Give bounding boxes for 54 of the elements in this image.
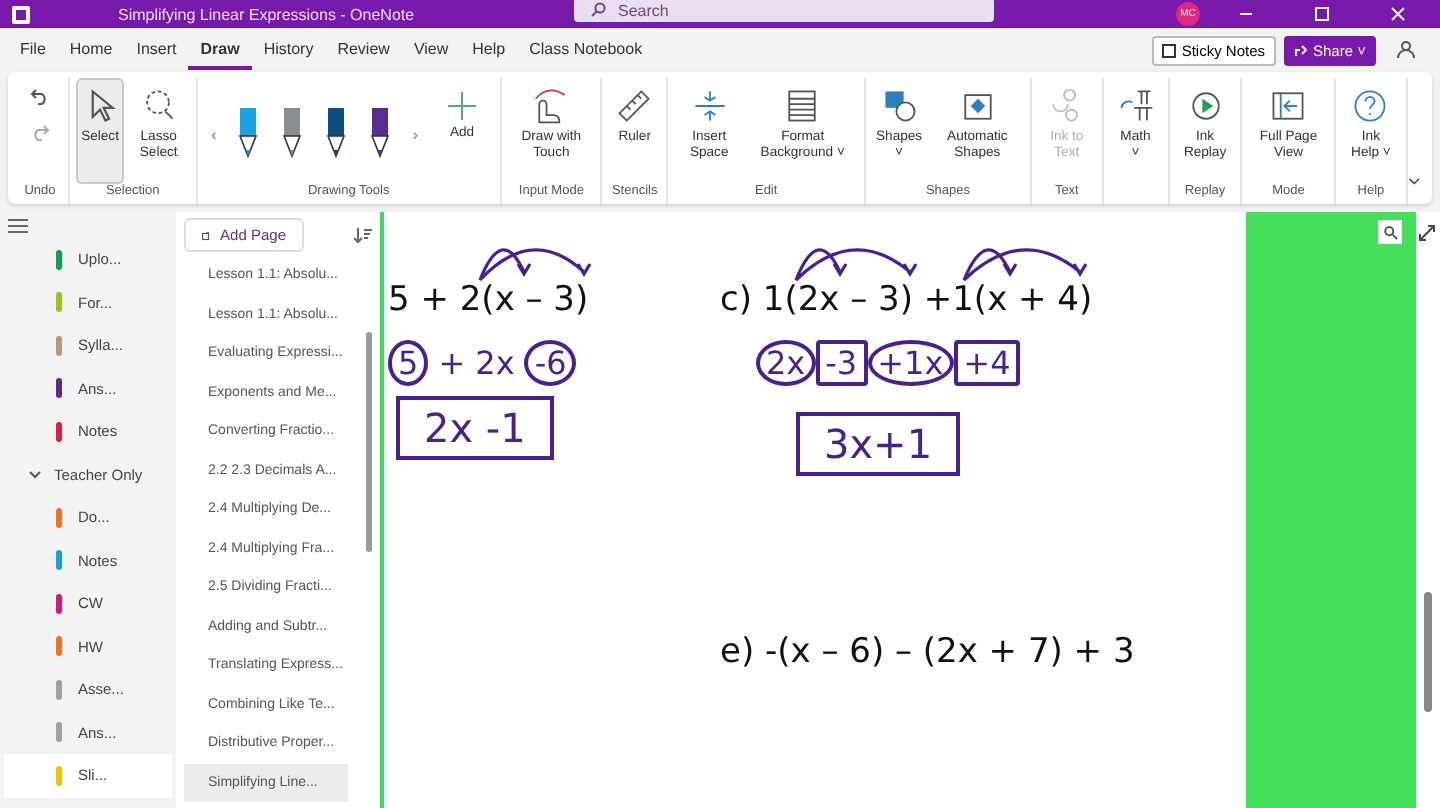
person-icon[interactable]	[1396, 40, 1416, 60]
boxed-term: -3	[815, 340, 868, 386]
search-field[interactable]: Search	[574, 0, 994, 22]
menu-tab[interactable]: View	[401, 31, 461, 69]
pen-icon[interactable]	[236, 108, 261, 160]
minimize-icon[interactable]	[1238, 12, 1254, 16]
pen-icon[interactable]	[324, 108, 349, 160]
menu-icon[interactable]	[8, 218, 28, 234]
undo-icon[interactable]	[30, 86, 50, 106]
menu-tab[interactable]: File	[8, 31, 58, 69]
circled-term: 2x	[756, 340, 816, 386]
previous-pens-button[interactable]: ‹	[211, 125, 217, 143]
pen-icon[interactable]	[368, 108, 393, 160]
full-page-icon	[1268, 86, 1309, 126]
shapes-icon	[879, 86, 920, 126]
search-icon	[590, 2, 606, 18]
menu-tab[interactable]: History	[251, 31, 326, 69]
expand-icon[interactable]	[1418, 224, 1436, 242]
collapse-ribbon-icon[interactable]	[1407, 176, 1420, 188]
window-title: Simplifying Linear Expressions - OneNote	[118, 5, 417, 23]
menu-tab[interactable]: Insert	[124, 31, 189, 69]
close-icon[interactable]	[1390, 6, 1406, 22]
next-pens-button[interactable]: ›	[412, 125, 419, 143]
sort-icon[interactable]	[354, 226, 372, 244]
help-icon	[1350, 86, 1391, 126]
app-logo-icon	[12, 5, 30, 23]
pen-icon[interactable]	[280, 108, 305, 160]
boxed-answer: 2x -1	[396, 396, 554, 460]
menu-tab[interactable]: Class Notebook	[517, 31, 655, 69]
boxed-term: +4	[953, 340, 1021, 386]
menu-tab[interactable]: Home	[57, 31, 125, 69]
plus-icon	[446, 90, 479, 122]
pi-icon	[1115, 86, 1156, 126]
scrollbar-thumb	[1424, 592, 1432, 712]
menu-tab[interactable]: Help	[460, 31, 518, 69]
circled-term: 5	[388, 340, 429, 386]
search-placeholder: Search	[618, 1, 669, 19]
maximize-icon[interactable]	[1314, 6, 1330, 22]
problem-text: c) 1(2x – 3) +1(x + 4)	[720, 280, 1093, 320]
problem-text: 5 + 2(x – 3)	[388, 280, 589, 320]
insert-space-icon	[689, 86, 730, 126]
circled-term: -6	[524, 340, 577, 386]
handwritten-term: + 2x	[436, 342, 517, 386]
problem-text: e) -(x – 6) – (2x + 7) + 3	[720, 632, 1135, 672]
circled-term: +1x	[867, 340, 954, 386]
search-button[interactable]	[1378, 220, 1402, 244]
ruler-icon	[614, 86, 655, 126]
note-icon	[1161, 43, 1176, 57]
search-icon	[1383, 225, 1397, 239]
boxed-answer: 3x+1	[796, 412, 961, 476]
share-icon	[1293, 43, 1307, 57]
menu-tab[interactable]: Review	[325, 31, 402, 69]
chevron-icon	[28, 469, 42, 480]
add-page-icon	[202, 227, 211, 243]
